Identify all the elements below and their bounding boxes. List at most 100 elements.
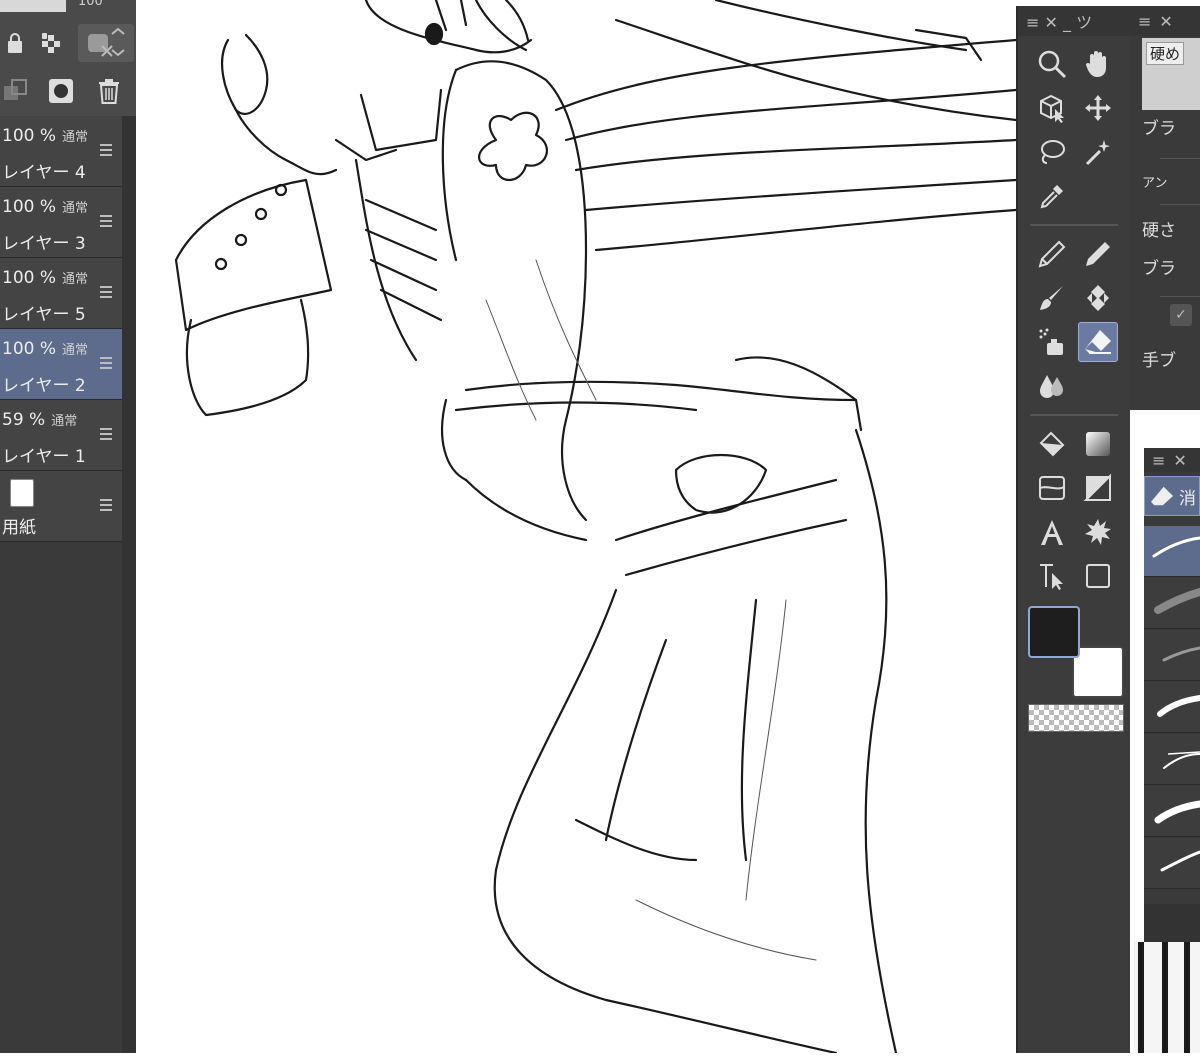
antialiasing-row[interactable]: アン: [1142, 172, 1200, 216]
property-separator: [1160, 204, 1200, 205]
layer-opacity: 100 %: [2, 339, 57, 359]
fill-tool[interactable]: [1032, 424, 1072, 464]
checkbox[interactable]: ✓: [1170, 304, 1192, 326]
magic-wand-tool[interactable]: [1078, 132, 1118, 172]
lock-transparent-pixels-icon[interactable]: [36, 28, 66, 58]
pencil-icon: [1086, 242, 1110, 266]
correct-line-tool[interactable]: [1032, 556, 1072, 596]
tool-separator: [1030, 224, 1118, 226]
layer-name: レイヤー 1: [2, 447, 86, 467]
main-color-swatch[interactable]: [1028, 606, 1080, 658]
property-panel-header[interactable]: ≡ ✕: [1130, 6, 1200, 36]
brush-size-row[interactable]: ブラ: [1142, 114, 1200, 158]
clip-layer-icon[interactable]: [0, 76, 30, 106]
drag-handle-icon[interactable]: [100, 144, 112, 159]
eraser-icon: [1151, 486, 1173, 506]
brush-stroke-item[interactable]: [1144, 786, 1200, 837]
blend-tool[interactable]: [1032, 366, 1072, 406]
drawing-canvas[interactable]: [136, 0, 1018, 1055]
airbrush-tool[interactable]: [1032, 322, 1072, 362]
text-tool[interactable]: [1032, 512, 1072, 552]
layer-mask-icon[interactable]: [46, 76, 76, 106]
ruler-icon: [1083, 473, 1111, 501]
brush-stroke-item[interactable]: [1144, 682, 1200, 733]
brush-density-row[interactable]: ブラ: [1142, 254, 1200, 298]
shape-tool[interactable]: [1078, 556, 1118, 596]
drag-handle-icon[interactable]: [100, 357, 112, 372]
paper-layer-row[interactable]: 用紙: [0, 471, 122, 542]
pencil-tool[interactable]: [1078, 234, 1118, 274]
layer-name: レイヤー 5: [2, 305, 86, 325]
tool-panel-header[interactable]: ≡ ✕ _ ツ: [1018, 6, 1130, 36]
layer-opacity-value[interactable]: 100: [78, 0, 103, 9]
layer-row-selected[interactable]: 100 % 通常 レイヤー 2: [0, 329, 122, 400]
object-select-tool[interactable]: [1032, 88, 1072, 128]
tool-property-panel: ≡ ✕ 硬め ブラ アン 硬さ ブラ ✓ 手ブ: [1130, 6, 1200, 410]
sub-tool-panel-header[interactable]: ≡ ✕: [1144, 448, 1200, 472]
line-art-drawing: [174, 0, 1018, 1055]
pen-icon: [1038, 240, 1066, 268]
eyedropper-tool[interactable]: [1032, 176, 1072, 216]
drag-handle-icon[interactable]: [100, 499, 112, 514]
close-icon[interactable]: ✕: [1159, 12, 1172, 31]
layer-name: レイヤー 2: [2, 376, 86, 396]
zoom-tool[interactable]: [1032, 44, 1072, 84]
pen-tool[interactable]: [1032, 234, 1072, 274]
reference-layer-icon[interactable]: [78, 24, 134, 62]
drag-handle-icon[interactable]: [100, 215, 112, 230]
brush-stroke-item[interactable]: [1144, 578, 1200, 629]
layer-row[interactable]: 59 % 通常 レイヤー 1: [0, 400, 122, 471]
brush-stroke-item[interactable]: [1144, 630, 1200, 681]
balloon-icon: [1085, 519, 1111, 545]
decoration-icon: [1087, 285, 1109, 311]
eyedropper-icon: [1040, 185, 1063, 209]
lasso-tool[interactable]: [1032, 132, 1072, 172]
layer-thumbnail-strip: [1134, 942, 1200, 1053]
drag-handle-icon[interactable]: [100, 428, 112, 443]
layer-blend-mode: 通常: [62, 343, 89, 358]
eraser-tool[interactable]: [1078, 322, 1118, 362]
brush-tool[interactable]: [1032, 278, 1072, 318]
sub-tool-footer: [1144, 904, 1200, 942]
transparent-color-swatch[interactable]: [1028, 704, 1124, 732]
layer-toolbar: 100: [0, 0, 136, 116]
gradient-icon: [1086, 432, 1110, 456]
tool-separator: [1030, 414, 1118, 416]
layer-row[interactable]: 100 % 通常 レイヤー 3: [0, 187, 122, 258]
lock-icon[interactable]: [0, 28, 30, 58]
gradient-tool[interactable]: [1078, 424, 1118, 464]
blend-icon: [1040, 375, 1063, 398]
layer-opacity: 100 %: [2, 126, 57, 146]
layer-row[interactable]: 100 % 通常 レイヤー 4: [0, 116, 122, 187]
layer-scrollbar[interactable]: [122, 116, 136, 1053]
airbrush-icon: [1039, 328, 1063, 355]
menu-icon[interactable]: ≡: [1138, 12, 1151, 31]
shape-icon: [1086, 564, 1110, 588]
close-icon[interactable]: ✕: [1173, 451, 1186, 470]
layer-row[interactable]: 100 % 通常 レイヤー 5: [0, 258, 122, 329]
brush-stroke-item[interactable]: [1144, 526, 1200, 577]
hand-tool[interactable]: [1078, 44, 1118, 84]
menu-icon[interactable]: ≡: [1152, 451, 1165, 470]
balloon-tool[interactable]: [1078, 512, 1118, 552]
frame-border-tool[interactable]: [1032, 468, 1072, 508]
eraser-subtool-tab[interactable]: 消: [1144, 476, 1200, 516]
brush-stroke-item[interactable]: [1144, 838, 1200, 889]
object-select-icon: [1040, 94, 1064, 123]
move-tool[interactable]: [1078, 88, 1118, 128]
tool-panel: ≡ ✕ _ ツ: [1016, 6, 1130, 1053]
layer-blend-mode: 通常: [62, 272, 89, 287]
correct-line-icon: [1040, 564, 1063, 590]
ruler-tool[interactable]: [1078, 468, 1118, 508]
layer-blend-mode: 通常: [51, 414, 78, 429]
brush-stroke-item[interactable]: [1144, 734, 1200, 785]
stabilization-row[interactable]: 手ブ: [1142, 346, 1200, 390]
paper-thumbnail: [10, 479, 34, 507]
drag-handle-icon[interactable]: [100, 286, 112, 301]
delete-layer-icon[interactable]: [94, 76, 124, 106]
brush-name-label: 硬め: [1146, 42, 1185, 65]
decoration-tool[interactable]: [1078, 278, 1118, 318]
layer-opacity-slider[interactable]: [0, 0, 66, 12]
brush-preview[interactable]: 硬め: [1142, 38, 1200, 110]
brush-icon: [1040, 286, 1063, 310]
